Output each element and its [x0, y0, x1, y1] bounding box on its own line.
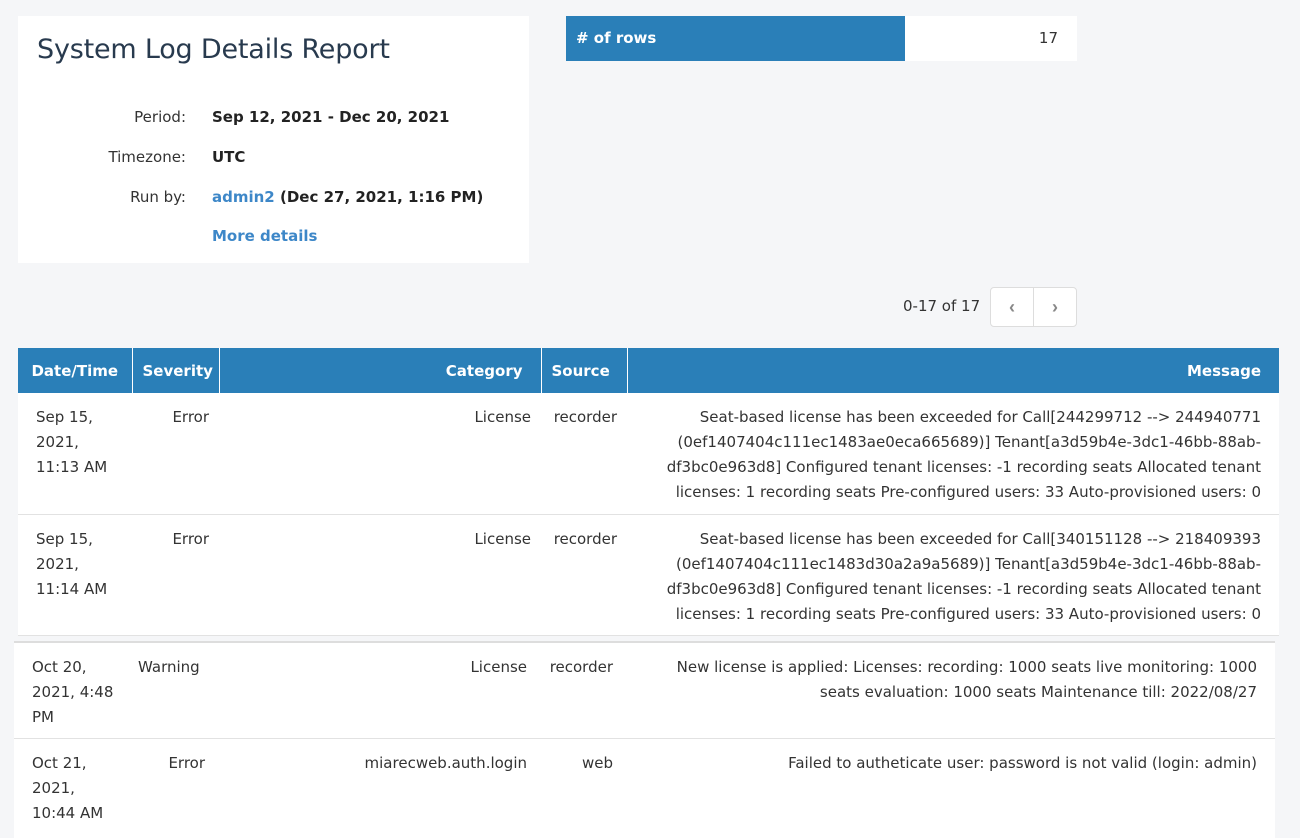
timezone-value: UTC — [212, 148, 246, 166]
cell-datetime: Oct 20, 2021, 4:48 PM — [14, 642, 128, 739]
run-by-time: (Dec 27, 2021, 1:16 PM) — [274, 188, 484, 206]
pagination-range: 0-17 of 17 — [903, 297, 981, 315]
more-details-link[interactable]: More details — [212, 227, 317, 245]
more-details-row: More details — [18, 227, 529, 249]
column-header-category[interactable]: Category — [218, 348, 541, 393]
period-label: Period: — [134, 108, 186, 126]
run-by-label: Run by: — [130, 188, 186, 206]
prev-page-button[interactable]: ‹ — [991, 288, 1034, 326]
row-count-label: # of rows — [566, 16, 905, 61]
run-by-row: Run by: admin2 (Dec 27, 2021, 1:16 PM) — [18, 188, 529, 210]
column-header-datetime[interactable]: Date/Time — [18, 348, 132, 393]
column-header-severity[interactable]: Severity — [131, 348, 219, 393]
log-table-continued: Oct 20, 2021, 4:48 PM Warning License re… — [14, 641, 1275, 838]
chevron-left-icon: ‹ — [1009, 296, 1015, 317]
cell-datetime: Oct 21, 2021, 10:44 AM — [32, 753, 104, 822]
column-header-source[interactable]: Source — [540, 348, 627, 393]
cell-category: License — [219, 393, 541, 515]
run-by-user-link[interactable]: admin2 — [212, 188, 275, 206]
table-row: Oct 21, 2021, 10:44 AM Error miarecweb.a… — [14, 738, 1275, 838]
cell-message: Seat-based license has been exceeded for… — [627, 393, 1279, 515]
page-title: System Log Details Report — [37, 34, 390, 65]
cell-source: recorder — [541, 514, 627, 636]
timezone-row: Timezone: UTC — [18, 148, 529, 170]
report-info-card: System Log Details Report Period: Sep 12… — [18, 16, 529, 263]
cell-source: recorder — [537, 642, 623, 739]
period-row: Period: Sep 12, 2021 - Dec 20, 2021 — [18, 108, 529, 130]
row-count-value: 17 — [1038, 29, 1058, 47]
cell-message: New license is applied: Licenses: record… — [623, 642, 1275, 739]
run-by-value: admin2 (Dec 27, 2021, 1:16 PM) — [212, 188, 483, 206]
row-count-stat: # of rows 17 — [566, 16, 1077, 61]
cell-datetime: Sep 15, 2021, 11:13 AM — [18, 393, 132, 515]
cell-message: Failed to autheticate user: password is … — [788, 753, 1257, 772]
cell-source: web — [581, 753, 613, 772]
chevron-right-icon: › — [1052, 296, 1058, 317]
log-table: Date/Time Severity Category Source Messa… — [18, 348, 1279, 636]
cell-severity: Warning — [128, 642, 215, 739]
cell-category: License — [219, 514, 541, 636]
table-header-row: Date/Time Severity Category Source Messa… — [18, 348, 1279, 393]
cell-severity: Error — [168, 753, 205, 772]
cell-category: License — [215, 642, 537, 739]
column-header-message[interactable]: Message — [626, 348, 1279, 393]
table-row: Oct 20, 2021, 4:48 PM Warning License re… — [14, 642, 1275, 739]
cell-source: recorder — [541, 393, 627, 515]
cell-message: Seat-based license has been exceeded for… — [627, 514, 1279, 636]
period-value: Sep 12, 2021 - Dec 20, 2021 — [212, 108, 450, 126]
cell-category: miarecweb.auth.login — [364, 753, 527, 772]
cell-severity: Error — [132, 393, 219, 515]
cell-datetime: Sep 15, 2021, 11:14 AM — [18, 514, 132, 636]
table-row: Sep 15, 2021, 11:14 AM Error License rec… — [18, 514, 1279, 636]
next-page-button[interactable]: › — [1034, 288, 1076, 326]
timezone-label: Timezone: — [108, 148, 186, 166]
pagination-controls: ‹ › — [990, 287, 1077, 327]
cell-severity: Error — [132, 514, 219, 636]
table-row: Sep 15, 2021, 11:13 AM Error License rec… — [18, 393, 1279, 515]
